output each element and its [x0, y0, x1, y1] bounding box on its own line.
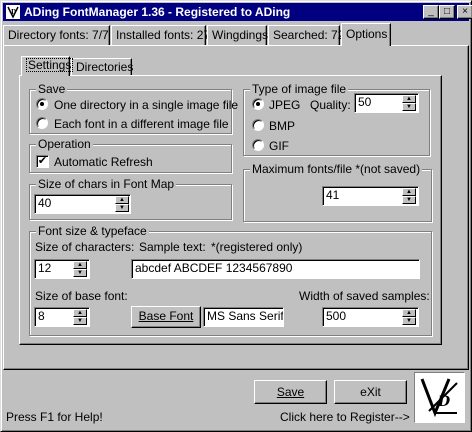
tab-directory-fonts[interactable]: Directory fonts: 7/7 — [3, 25, 110, 45]
tab-settings[interactable]: Settings — [21, 56, 74, 76]
image-type-group-title: Type of image file — [250, 82, 349, 96]
sample-text-label: Sample text: — [139, 240, 206, 254]
register-logo[interactable]: D — [414, 372, 465, 423]
tab-label: Installed fonts: 27 — [116, 28, 211, 42]
help-text: Press F1 for Help! — [6, 410, 103, 424]
base-font-size-label: Size of base font: — [35, 289, 128, 303]
title-bar[interactable]: D ADing FontManager 1.36 - Registered to… — [3, 3, 469, 21]
exit-button[interactable]: eXit — [334, 380, 407, 404]
check-icon: ✔ — [37, 155, 48, 167]
radio-bmp[interactable] — [252, 119, 264, 131]
svg-text:D: D — [437, 394, 451, 410]
width-samples-value: 500 — [326, 309, 347, 323]
window-title: ADing FontManager 1.36 - Registered to A… — [24, 5, 291, 19]
font-size-group-title: Font size & typeface — [36, 224, 149, 238]
tab-label: Directories — [76, 60, 134, 74]
spin-down-icon[interactable]: ▼ — [73, 269, 87, 277]
radio-different-image[interactable] — [36, 117, 48, 129]
spin-up-icon[interactable]: ▲ — [115, 196, 129, 204]
app-icon: D — [6, 5, 20, 19]
register-link[interactable]: Click here to Register--> — [280, 410, 410, 424]
tab-label: Directory fonts: 7/7 — [8, 28, 109, 42]
sample-text-input[interactable]: abcdef ABCDEF 1234567890 — [131, 259, 420, 279]
tab-options[interactable]: Options — [341, 23, 391, 46]
tab-label: Wingdings — [212, 28, 269, 42]
chars-size-value: 40 — [38, 196, 52, 210]
spin-down-icon[interactable]: ▼ — [402, 196, 416, 204]
radio-single-image-label: One directory in a single image file — [54, 98, 239, 112]
tab-directories[interactable]: Directories — [71, 58, 134, 76]
radio-gif[interactable] — [252, 139, 264, 151]
spin-down-icon[interactable]: ▼ — [402, 317, 416, 325]
chars-size-group-title: Size of chars in Font Map — [36, 177, 177, 191]
spin-up-icon[interactable]: ▲ — [402, 309, 416, 317]
size-chars-spinner[interactable]: ▲ ▼ — [73, 261, 87, 277]
save-button[interactable]: Save — [254, 380, 327, 404]
max-fonts-value: 41 — [326, 188, 340, 202]
base-font-button-label: Base Font — [138, 309, 194, 323]
maximize-icon: □ — [443, 6, 451, 17]
close-button[interactable]: × — [457, 5, 472, 19]
size-chars-value: 12 — [38, 261, 52, 275]
spin-down-icon[interactable]: ▼ — [115, 204, 129, 212]
maximize-button[interactable]: □ — [439, 5, 455, 19]
base-font-button[interactable]: Base Font — [131, 306, 201, 328]
spin-up-icon[interactable]: ▲ — [402, 95, 416, 103]
minimize-icon: _ — [428, 6, 434, 17]
quality-spinner[interactable]: ▲ ▼ — [402, 95, 416, 111]
spin-down-icon[interactable]: ▼ — [402, 103, 416, 111]
auto-refresh-checkbox[interactable]: ✔ — [36, 155, 49, 168]
quality-label: Quality: — [310, 98, 351, 112]
radio-single-image[interactable] — [36, 98, 48, 110]
minimize-button[interactable]: _ — [423, 5, 439, 19]
max-fonts-spinner[interactable]: ▲ ▼ — [402, 188, 416, 204]
spin-up-icon[interactable]: ▲ — [402, 188, 416, 196]
tab-label: Searched: 72 — [273, 28, 345, 42]
size-chars-label: Size of characters: — [35, 240, 135, 254]
save-group-title: Save — [36, 82, 68, 96]
tab-searched[interactable]: Searched: 72 — [268, 25, 344, 45]
radio-bmp-label: BMP — [269, 119, 296, 133]
svg-text:D: D — [11, 9, 16, 16]
auto-refresh-label: Automatic Refresh — [54, 155, 153, 169]
radio-gif-label: GIF — [269, 139, 289, 153]
tab-installed-fonts[interactable]: Installed fonts: 27 — [111, 25, 210, 45]
save-button-label: Save — [276, 385, 305, 399]
width-samples-spinner[interactable]: ▲ ▼ — [402, 309, 416, 325]
max-fonts-group-title: Maximum fonts/file *(not saved) — [250, 162, 423, 176]
tab-wingdings[interactable]: Wingdings — [207, 25, 269, 45]
radio-jpeg-label: JPEG — [269, 98, 301, 112]
spin-up-icon[interactable]: ▲ — [73, 261, 87, 269]
ading-logo-icon: D — [420, 378, 458, 418]
sample-text-value: abcdef ABCDEF 1234567890 — [135, 261, 293, 275]
radio-jpeg[interactable] — [252, 98, 264, 110]
width-samples-label: Width of saved samples: — [299, 289, 430, 303]
base-font-name-value: MS Sans Serif — [207, 309, 284, 323]
radio-different-image-label: Each font in a different image file — [54, 117, 229, 131]
close-icon: × — [462, 6, 468, 17]
spin-down-icon[interactable]: ▼ — [73, 317, 87, 325]
base-font-name-field[interactable]: MS Sans Serif — [203, 307, 284, 327]
tab-label: Options — [346, 27, 388, 41]
chars-size-spinner[interactable]: ▲ ▼ — [115, 196, 129, 212]
base-font-size-value: 8 — [38, 309, 45, 323]
exit-button-label: eXit — [360, 385, 381, 399]
quality-value: 50 — [358, 95, 372, 109]
spin-up-icon[interactable]: ▲ — [73, 309, 87, 317]
registered-only-label: *(registered only) — [211, 240, 303, 254]
operation-group-title: Operation — [36, 137, 93, 151]
tab-label: Settings — [26, 58, 74, 72]
base-font-size-spinner[interactable]: ▲ ▼ — [73, 309, 87, 325]
